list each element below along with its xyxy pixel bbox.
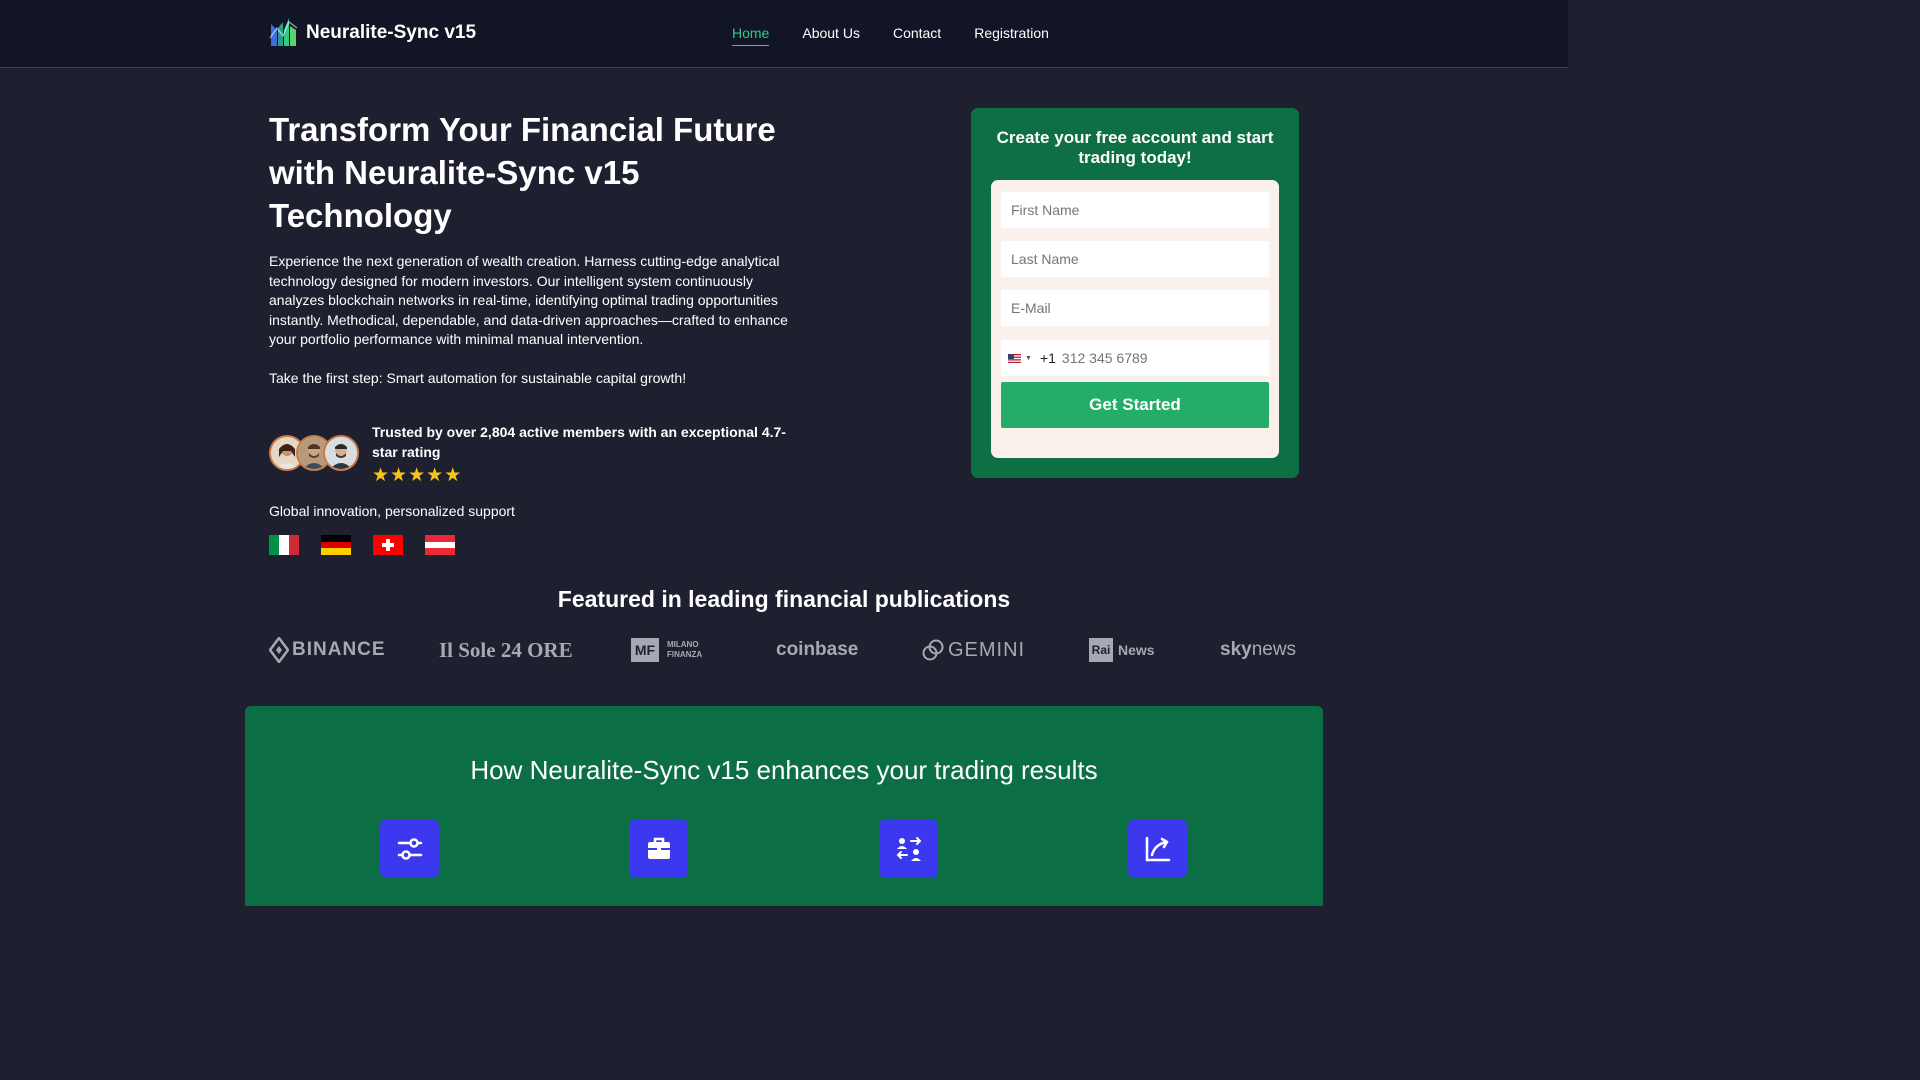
- rating-stars: ★ ★ ★ ★ ★: [372, 466, 462, 486]
- country-dropdown-caret-icon[interactable]: ▼: [1025, 355, 1032, 362]
- features-section: How Neuralite-Sync v15 enhances your tra…: [245, 706, 1323, 906]
- featured-title: Featured in leading financial publicatio…: [557, 586, 1011, 612]
- star-icon: ★: [390, 465, 408, 486]
- brand-name: Neuralite-Sync v15: [306, 22, 477, 43]
- brand-logo-icon: [269, 18, 298, 46]
- il-sole-logo: Il Sole 24 ORE: [439, 636, 573, 664]
- hero-title: Transform Your Financial Future with Neu…: [269, 111, 776, 234]
- briefcase-icon: [629, 819, 688, 878]
- sky-news-logo: sky news: [1220, 636, 1296, 664]
- rai-badge: Rai: [1089, 638, 1113, 662]
- austria-flag-icon: [425, 535, 455, 555]
- gemini-logo: GEMINI: [922, 636, 1025, 664]
- rai-news-logo: Rai News: [1089, 636, 1155, 664]
- trust-text: Trusted by over 2,804 active members wit…: [372, 424, 786, 460]
- switzerland-flag-icon: [373, 535, 403, 555]
- mf-line1: MILANO: [667, 640, 699, 649]
- star-icon: ★: [372, 465, 390, 486]
- mf-line2: FINANZA: [667, 650, 703, 659]
- first-name-input[interactable]: [1001, 192, 1269, 228]
- milano-finanza-logo: MF MILANO FINANZA: [631, 636, 702, 664]
- sliders-icon: [380, 819, 439, 878]
- avatar: [323, 435, 359, 471]
- growth-arrow-icon: [1128, 819, 1187, 878]
- nav-home[interactable]: Home: [732, 25, 770, 46]
- features-title: How Neuralite-Sync v15 enhances your tra…: [470, 755, 1098, 785]
- member-avatars: [269, 435, 359, 473]
- hero-cta-text: Take the first step: Smart automation fo…: [269, 370, 687, 386]
- email-input[interactable]: [1001, 290, 1269, 326]
- phone-input[interactable]: [1059, 349, 1244, 367]
- binance-logo: BINANCE: [269, 636, 386, 664]
- last-name-input[interactable]: [1001, 241, 1269, 277]
- sky-text: sky: [1220, 639, 1252, 660]
- country-flags: [269, 535, 477, 555]
- signup-form: ▼ +1 Get Started: [991, 180, 1279, 458]
- star-icon: ★: [426, 465, 444, 486]
- site-header: Neuralite-Sync v15 Home About Us Contact…: [0, 0, 1568, 68]
- gemini-logo-text: GEMINI: [948, 638, 1026, 661]
- dial-code: +1: [1039, 350, 1056, 366]
- phone-field: ▼ +1: [1001, 340, 1269, 376]
- nav-contact[interactable]: Contact: [893, 25, 941, 46]
- il-sole-logo-text: Il Sole 24 ORE: [439, 637, 573, 662]
- binance-diamond-icon: [269, 637, 289, 663]
- italy-flag-icon: [269, 535, 299, 555]
- exchange-users-icon: [879, 819, 938, 878]
- main-nav: Home About Us Contact Registration: [732, 25, 1082, 46]
- coinbase-logo-text: coinbase: [776, 639, 859, 660]
- binance-logo-text: BINANCE: [292, 639, 386, 660]
- brand[interactable]: Neuralite-Sync v15: [269, 16, 476, 50]
- hero-description: Experience the next generation of wealth…: [269, 253, 788, 348]
- germany-flag-icon: [321, 535, 351, 555]
- coinbase-logo: coinbase: [776, 636, 858, 664]
- gemini-mark-icon: [922, 639, 944, 661]
- nav-registration[interactable]: Registration: [974, 25, 1049, 46]
- star-icon: ★: [408, 465, 426, 486]
- sky-news-text: news: [1251, 639, 1297, 660]
- get-started-button[interactable]: Get Started: [1001, 382, 1269, 428]
- us-flag-icon[interactable]: [1008, 353, 1021, 363]
- mf-badge: MF: [631, 638, 659, 662]
- signup-form-card: Create your free account and start tradi…: [971, 108, 1299, 478]
- star-icon: ★: [444, 465, 462, 486]
- global-support-text: Global innovation, personalized support: [269, 503, 515, 519]
- form-title: Create your free account and start tradi…: [996, 128, 1274, 167]
- nav-about-us[interactable]: About Us: [802, 25, 860, 46]
- rai-news-text: News: [1118, 642, 1155, 658]
